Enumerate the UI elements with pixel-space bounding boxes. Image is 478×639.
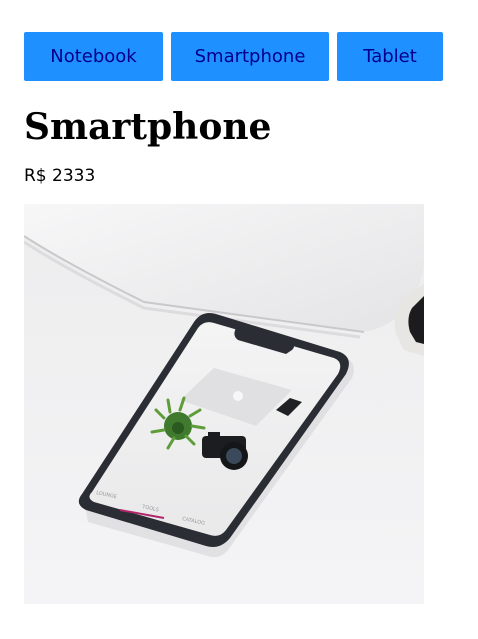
nav-button-smartphone[interactable]: Smartphone bbox=[171, 32, 329, 81]
product-image: LOUNGE TOOLS CATALOG bbox=[24, 204, 424, 604]
smartphone-photo: LOUNGE TOOLS CATALOG bbox=[24, 204, 424, 604]
product-page: Notebook Smartphone Tablet Smartphone R$… bbox=[0, 0, 478, 639]
product-nav: Notebook Smartphone Tablet bbox=[24, 32, 443, 81]
product-price: R$ 2333 bbox=[24, 166, 96, 186]
nav-button-tablet[interactable]: Tablet bbox=[337, 32, 443, 81]
product-title: Smartphone bbox=[24, 106, 272, 148]
nav-button-notebook[interactable]: Notebook bbox=[24, 32, 163, 81]
